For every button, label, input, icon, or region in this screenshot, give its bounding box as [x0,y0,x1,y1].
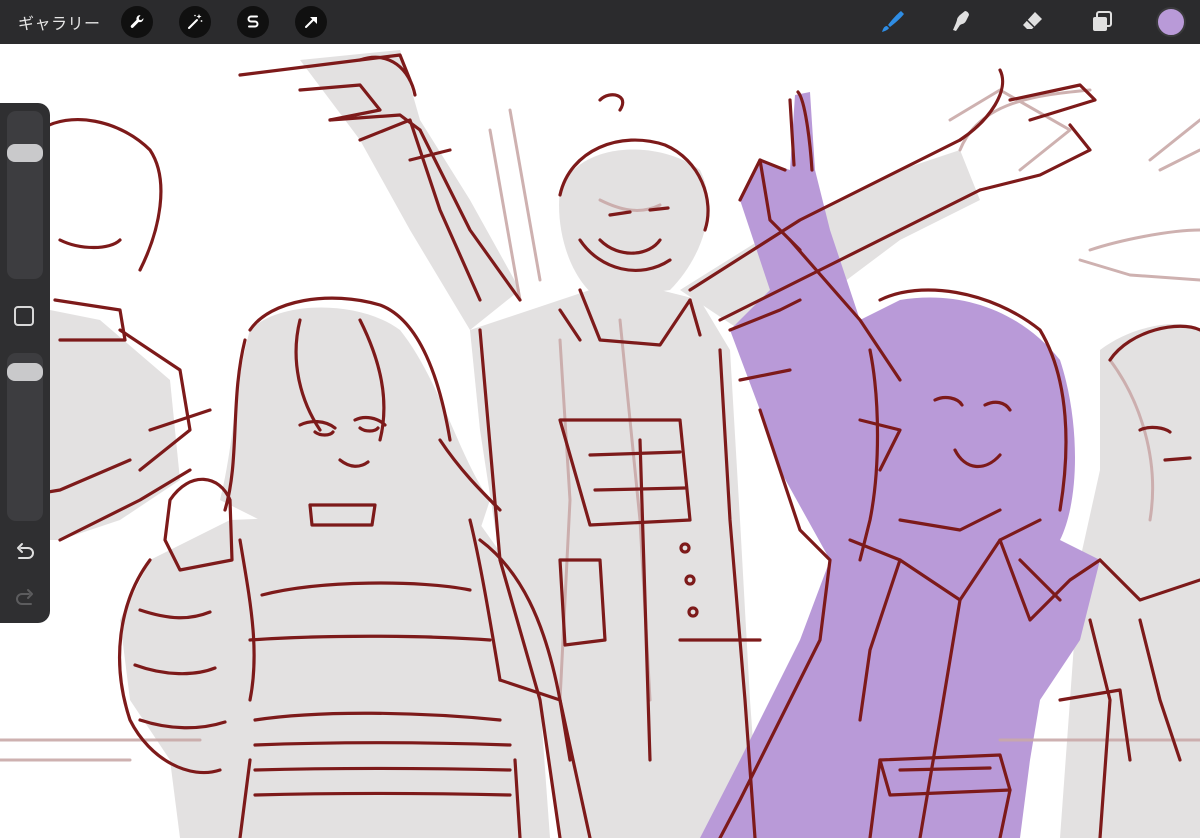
selection-button[interactable] [236,6,269,38]
redo-button[interactable] [13,587,37,611]
procreate-app: ギャラリー [0,0,1200,838]
right-toolbar [876,0,1200,44]
side-bar [0,103,50,623]
undo-icon [17,543,34,559]
brush-size-thumb[interactable] [7,144,43,162]
modify-button[interactable] [14,306,34,326]
layers-button[interactable] [1086,6,1118,38]
opacity-thumb[interactable] [7,363,43,381]
transform-button[interactable] [294,6,327,38]
drawing-canvas[interactable] [0,44,1200,838]
brush-tool-button[interactable] [876,6,908,38]
wrench-icon [130,15,143,28]
magic-wand-icon [187,14,202,29]
brush-size-slider[interactable] [7,111,43,279]
adjustments-button[interactable] [120,6,153,38]
adjust-button[interactable] [178,6,211,38]
opacity-slider[interactable] [7,353,43,521]
smudge-tool-button[interactable] [946,6,978,38]
brush-icon [882,11,904,32]
eraser-tool-button[interactable] [1016,6,1048,38]
top-toolbar: ギャラリー [0,0,1200,44]
eraser-icon [1023,12,1042,29]
layers-icon [1093,11,1112,31]
color-picker-button[interactable] [1156,7,1186,37]
smudge-icon [953,11,969,31]
artwork-sketch [0,50,1200,838]
gallery-button[interactable]: ギャラリー [18,10,101,34]
arrow-cursor-icon [304,17,317,28]
undo-button[interactable] [13,541,37,565]
selection-s-icon [247,15,258,28]
redo-icon [16,589,33,605]
